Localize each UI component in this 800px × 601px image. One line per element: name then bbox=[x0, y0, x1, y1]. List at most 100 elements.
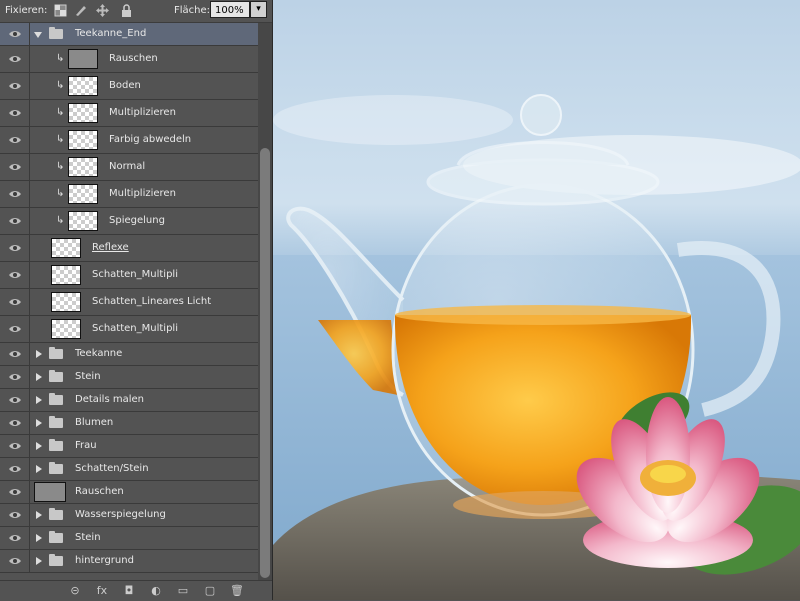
expand-arrow-open-icon[interactable] bbox=[34, 32, 42, 38]
visibility-eye-icon[interactable] bbox=[0, 100, 30, 126]
expand-arrow-icon[interactable] bbox=[36, 557, 42, 565]
layer-name[interactable]: Multiplizieren bbox=[109, 188, 176, 199]
fx-icon[interactable]: fx bbox=[95, 584, 109, 598]
trash-icon[interactable]: 🗑 bbox=[230, 584, 244, 598]
layer-row[interactable]: ↳ Farbig abwedeln bbox=[0, 127, 258, 154]
visibility-eye-icon[interactable] bbox=[0, 316, 30, 342]
folder-icon bbox=[49, 531, 63, 543]
layer-name[interactable]: Rauschen bbox=[109, 53, 158, 64]
layer-row[interactable]: ↳ Spiegelung bbox=[0, 208, 258, 235]
layer-name[interactable]: Reflexe bbox=[92, 242, 129, 253]
expand-arrow-icon[interactable] bbox=[36, 465, 42, 473]
layer-name[interactable]: Spiegelung bbox=[109, 215, 165, 226]
layer-name[interactable]: Stein bbox=[75, 532, 101, 543]
layer-name[interactable]: Schatten_Multipli bbox=[92, 269, 178, 280]
expand-arrow-icon[interactable] bbox=[36, 442, 42, 450]
visibility-eye-icon[interactable] bbox=[0, 73, 30, 99]
visibility-eye-icon[interactable] bbox=[0, 366, 30, 388]
layer-row[interactable]: ↳ Multiplizieren bbox=[0, 181, 258, 208]
layer-row[interactable]: Schatten_Multipli bbox=[0, 262, 258, 289]
layer-row[interactable]: Rauschen bbox=[0, 481, 258, 504]
layer-group-row[interactable]: hintergrund bbox=[0, 550, 258, 573]
layer-row[interactable]: Schatten_Multipli bbox=[0, 316, 258, 343]
layer-row[interactable]: ↳ Multiplizieren bbox=[0, 100, 258, 127]
layer-group-row[interactable]: Teekanne bbox=[0, 343, 258, 366]
visibility-eye-icon[interactable] bbox=[0, 527, 30, 549]
layer-name[interactable]: Teekanne bbox=[75, 348, 122, 359]
layer-name[interactable]: Details malen bbox=[75, 394, 144, 405]
layer-name[interactable]: Normal bbox=[109, 161, 145, 172]
visibility-eye-icon[interactable] bbox=[0, 235, 30, 261]
layers-footer: ⊝ fx ◘ ◐ ▭ ▢ 🗑 bbox=[0, 580, 272, 601]
visibility-eye-icon[interactable] bbox=[0, 550, 30, 572]
layer-name[interactable]: Blumen bbox=[75, 417, 113, 428]
visibility-eye-icon[interactable] bbox=[0, 181, 30, 207]
layer-row[interactable]: Reflexe bbox=[0, 235, 258, 262]
layer-name[interactable]: Frau bbox=[75, 440, 97, 451]
folder-icon bbox=[49, 439, 63, 451]
layer-name[interactable]: Farbig abwedeln bbox=[109, 134, 191, 145]
layer-name[interactable]: Boden bbox=[109, 80, 141, 91]
layer-group-row[interactable]: Details malen bbox=[0, 389, 258, 412]
clipping-mask-icon: ↳ bbox=[56, 53, 65, 64]
scrollbar-thumb[interactable] bbox=[260, 148, 270, 578]
layer-name[interactable]: Multiplizieren bbox=[109, 107, 176, 118]
layer-group-row[interactable]: Wasserspiegelung bbox=[0, 504, 258, 527]
visibility-eye-icon[interactable] bbox=[0, 46, 30, 72]
expand-arrow-icon[interactable] bbox=[36, 350, 42, 358]
mask-icon[interactable]: ◘ bbox=[122, 584, 136, 598]
visibility-eye-icon[interactable] bbox=[0, 389, 30, 411]
visibility-eye-icon[interactable] bbox=[0, 208, 30, 234]
layer-group-row[interactable]: Frau bbox=[0, 435, 258, 458]
folder-icon bbox=[49, 554, 63, 566]
lock-label: Fixieren: bbox=[5, 5, 48, 16]
layers-scrollbar[interactable] bbox=[258, 23, 272, 580]
new-layer-icon[interactable]: ▢ bbox=[203, 584, 217, 598]
layer-name[interactable]: Stein bbox=[75, 371, 101, 382]
visibility-eye-icon[interactable] bbox=[0, 127, 30, 153]
layer-name[interactable]: Rauschen bbox=[75, 486, 124, 497]
layer-thumbnail bbox=[51, 292, 81, 312]
expand-arrow-icon[interactable] bbox=[36, 419, 42, 427]
visibility-eye-icon[interactable] bbox=[0, 458, 30, 480]
layer-row[interactable]: ↳ Rauschen bbox=[0, 46, 258, 73]
layer-row[interactable]: ↳ Normal bbox=[0, 154, 258, 181]
fill-dropdown-button[interactable]: ▾ bbox=[250, 1, 267, 18]
link-icon[interactable]: ⊝ bbox=[68, 584, 82, 598]
layer-group-row[interactable]: Blumen bbox=[0, 412, 258, 435]
layer-name[interactable]: Schatten_Multipli bbox=[92, 323, 178, 334]
new-group-icon[interactable]: ▭ bbox=[176, 584, 190, 598]
layer-group-row[interactable]: Teekanne_End bbox=[0, 23, 258, 46]
layer-name[interactable]: Schatten/Stein bbox=[75, 463, 149, 474]
lock-position-icon[interactable] bbox=[96, 4, 109, 17]
layer-name[interactable]: hintergrund bbox=[75, 555, 134, 566]
layer-group-row[interactable]: Schatten/Stein bbox=[0, 458, 258, 481]
layer-group-row[interactable]: Stein bbox=[0, 527, 258, 550]
visibility-eye-icon[interactable] bbox=[0, 154, 30, 180]
layer-row[interactable]: ↳ Boden bbox=[0, 73, 258, 100]
layer-name[interactable]: Schatten_Lineares Licht bbox=[92, 296, 211, 307]
layer-row[interactable]: Schatten_Lineares Licht bbox=[0, 289, 258, 316]
lock-transparency-icon[interactable] bbox=[54, 4, 67, 17]
visibility-eye-icon[interactable] bbox=[0, 504, 30, 526]
visibility-eye-icon[interactable] bbox=[0, 262, 30, 288]
folder-icon bbox=[49, 416, 63, 428]
lock-all-icon[interactable] bbox=[120, 4, 133, 17]
visibility-eye-icon[interactable] bbox=[0, 343, 30, 365]
layer-group-row[interactable]: Stein bbox=[0, 366, 258, 389]
visibility-eye-icon[interactable] bbox=[0, 481, 30, 503]
visibility-eye-icon[interactable] bbox=[0, 435, 30, 457]
expand-arrow-icon[interactable] bbox=[36, 511, 42, 519]
layer-name[interactable]: Wasserspiegelung bbox=[75, 509, 166, 520]
fill-input[interactable]: 100% bbox=[210, 1, 250, 18]
visibility-eye-icon[interactable] bbox=[0, 289, 30, 315]
visibility-eye-icon[interactable] bbox=[0, 412, 30, 434]
lock-brush-icon[interactable] bbox=[74, 4, 87, 17]
expand-arrow-icon[interactable] bbox=[36, 396, 42, 404]
adjustment-icon[interactable]: ◐ bbox=[149, 584, 163, 598]
layer-name[interactable]: Teekanne_End bbox=[75, 28, 146, 39]
expand-arrow-icon[interactable] bbox=[36, 534, 42, 542]
expand-arrow-icon[interactable] bbox=[36, 373, 42, 381]
visibility-eye-icon[interactable] bbox=[0, 23, 30, 45]
document-canvas[interactable] bbox=[273, 0, 800, 600]
